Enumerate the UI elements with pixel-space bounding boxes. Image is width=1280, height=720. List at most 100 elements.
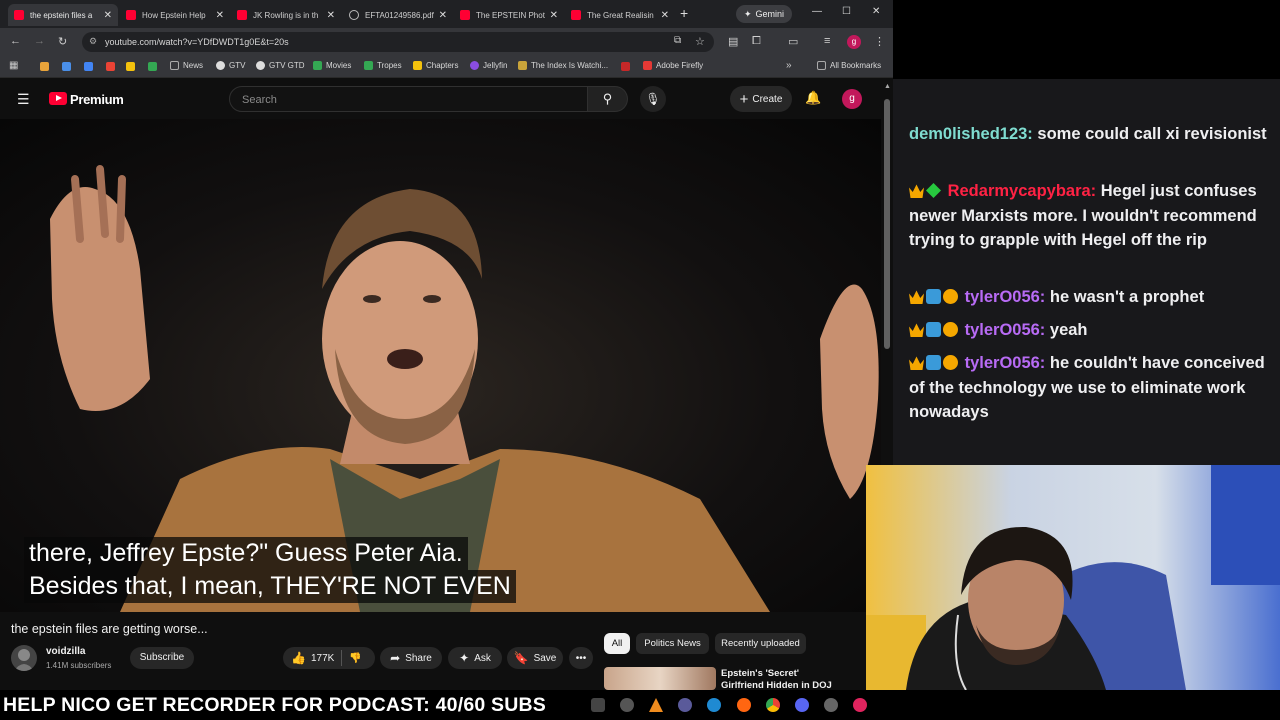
- bookmark-index[interactable]: The Index Is Watchi...: [518, 61, 608, 70]
- create-button[interactable]: + Create: [730, 86, 792, 112]
- bookmark-news[interactable]: News: [170, 61, 203, 70]
- subscribe-button[interactable]: Subscribe: [130, 647, 194, 669]
- account-avatar[interactable]: g: [842, 89, 862, 109]
- bookmark-icon[interactable]: [148, 62, 157, 71]
- chat-username[interactable]: tylerO056:: [965, 354, 1046, 372]
- chat-message: tylerO056: he wasn't a prophet: [909, 285, 1269, 310]
- bookmark-icon[interactable]: [40, 62, 49, 71]
- github-icon: [216, 61, 225, 70]
- share-icon: ➦: [390, 651, 401, 665]
- all-bookmarks[interactable]: All Bookmarks: [817, 61, 881, 70]
- edge-icon[interactable]: [707, 698, 721, 712]
- split-view-icon[interactable]: ▭: [788, 35, 798, 48]
- share-button[interactable]: ➦ Share: [380, 647, 442, 669]
- minimize-icon[interactable]: —: [812, 6, 822, 17]
- tab-2[interactable]: How Epstein Help ✕: [120, 4, 230, 26]
- taskbar-icon[interactable]: [678, 698, 692, 712]
- bookmark-tropes[interactable]: Tropes: [364, 61, 402, 70]
- bookmark-movies[interactable]: Movies: [313, 61, 351, 70]
- voice-search-button[interactable]: 🎙: [640, 86, 666, 112]
- scrollbar-thumb[interactable]: [884, 99, 890, 349]
- bookmark-icon[interactable]: [62, 62, 71, 71]
- tab-4[interactable]: EFTA01249586.pdf ✕: [343, 4, 453, 26]
- more-bookmarks-icon[interactable]: »: [786, 60, 792, 71]
- close-icon[interactable]: ✕: [104, 10, 112, 21]
- close-icon[interactable]: ✕: [550, 10, 558, 21]
- address-bar[interactable]: ⚙ youtube.com/watch?v=YDfDWDT1g0E&t=20s …: [82, 32, 714, 52]
- video-title: the epstein files are getting worse...: [11, 622, 208, 636]
- chip-recently-uploaded[interactable]: Recently uploaded: [715, 633, 806, 654]
- notifications-bell-icon[interactable]: 🔔: [805, 90, 821, 106]
- bookmark-icon[interactable]: [126, 62, 135, 71]
- browser-window: the epstein files a ✕ How Epstein Help ✕…: [0, 0, 893, 690]
- taskbar-icon[interactable]: [853, 698, 867, 712]
- like-count[interactable]: 177K: [311, 653, 334, 664]
- chat-username[interactable]: Redarmycapybara:: [948, 182, 1097, 200]
- tab-6[interactable]: The Great Realisin ✕: [565, 4, 675, 26]
- chat-username[interactable]: tylerO056:: [965, 321, 1046, 339]
- channel-name[interactable]: voidzilla: [46, 646, 85, 657]
- chat-username[interactable]: tylerO056:: [965, 288, 1046, 306]
- bookmark-adobe-firefly[interactable]: Adobe Firefly: [643, 61, 703, 70]
- youtube-logo-icon[interactable]: [49, 92, 67, 105]
- forward-icon[interactable]: →: [34, 35, 45, 47]
- thumbs-down-icon[interactable]: 👎: [349, 653, 361, 664]
- gemini-label: Gemini: [755, 9, 785, 19]
- recommendation-thumbnail[interactable]: [604, 667, 716, 690]
- site-info-icon[interactable]: ⚙: [89, 36, 97, 47]
- search-input[interactable]: Search: [229, 86, 588, 112]
- tab-5[interactable]: The EPSTEIN Phot ✕: [454, 4, 564, 26]
- close-icon[interactable]: ✕: [327, 10, 335, 21]
- apps-icon[interactable]: ▦: [9, 60, 18, 71]
- bookmark-icon: [413, 61, 422, 70]
- close-icon[interactable]: ✕: [661, 10, 669, 21]
- more-actions-button[interactable]: •••: [569, 647, 593, 669]
- taskbar-icon[interactable]: [824, 698, 838, 712]
- close-icon[interactable]: ✕: [439, 10, 447, 21]
- close-window-icon[interactable]: ✕: [872, 6, 880, 17]
- clipboard-icon[interactable]: ▤: [728, 35, 738, 48]
- ask-button[interactable]: ✦ Ask: [448, 647, 502, 669]
- discord-icon[interactable]: [795, 698, 809, 712]
- cast-icon[interactable]: ⧉: [674, 35, 681, 46]
- chrome-icon[interactable]: [766, 698, 780, 712]
- crown-badge-icon: [909, 184, 924, 198]
- bookmark-icon[interactable]: [621, 62, 630, 71]
- taskbar-icon[interactable]: [591, 698, 605, 712]
- firefox-icon[interactable]: [737, 698, 751, 712]
- tab-1[interactable]: the epstein files a ✕: [8, 4, 118, 26]
- thumbs-up-icon[interactable]: 👍: [291, 651, 306, 665]
- channel-avatar[interactable]: [11, 645, 37, 671]
- youtube-logo-text[interactable]: Premium: [70, 92, 124, 107]
- subscriber-badge-icon: [926, 355, 941, 370]
- chat-username[interactable]: dem0lished123:: [909, 125, 1033, 143]
- star-icon[interactable]: ☆: [695, 35, 705, 48]
- bookmark-gtv[interactable]: GTV: [216, 61, 245, 70]
- media-icon[interactable]: ≡: [824, 35, 830, 47]
- bookmark-chapters[interactable]: Chapters: [413, 61, 458, 70]
- video-player[interactable]: there, Jeffrey Epste?" Guess Peter Aia. …: [0, 119, 881, 612]
- chip-politics-news[interactable]: Politics News: [636, 633, 709, 654]
- new-tab-button[interactable]: +: [680, 5, 688, 21]
- chip-all[interactable]: All: [604, 633, 630, 654]
- bookmark-jellyfin[interactable]: Jellyfin: [470, 61, 507, 70]
- chat-message: tylerO056: he couldn't have conceived of…: [909, 351, 1269, 425]
- gemini-button[interactable]: ✦ Gemini: [736, 5, 793, 23]
- scroll-up-icon[interactable]: ▲: [884, 83, 891, 90]
- drive-icon[interactable]: [84, 62, 93, 71]
- reload-icon[interactable]: ↻: [58, 35, 67, 48]
- bookmark-gtv-gtd[interactable]: GTV GTD: [256, 61, 305, 70]
- menu-icon[interactable]: ⋮: [874, 35, 885, 48]
- maximize-icon[interactable]: ☐: [842, 6, 851, 17]
- tab-3[interactable]: JK Rowling is in th ✕: [231, 4, 341, 26]
- recommendation-title[interactable]: Epstein's 'Secret' Girlfriend Hidden in …: [721, 668, 841, 690]
- save-button[interactable]: 🔖 Save: [507, 647, 563, 669]
- taskbar-icon[interactable]: [620, 698, 634, 712]
- hamburger-menu-icon[interactable]: ☰: [17, 91, 30, 108]
- search-button[interactable]: ⚲: [588, 86, 628, 112]
- profile-avatar[interactable]: g: [847, 35, 861, 49]
- extensions-icon[interactable]: ⧠: [752, 35, 761, 48]
- close-icon[interactable]: ✕: [216, 10, 224, 21]
- gmail-icon[interactable]: [106, 62, 115, 71]
- back-icon[interactable]: ←: [10, 35, 21, 47]
